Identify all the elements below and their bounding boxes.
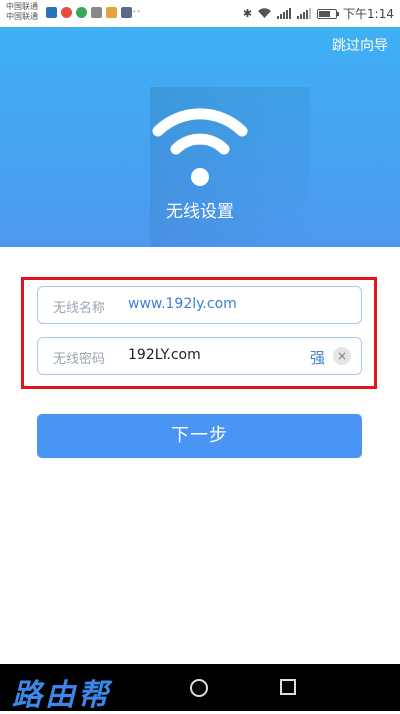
page-title: 无线设置: [166, 202, 234, 222]
app-notification-icon: [106, 7, 117, 18]
password-field[interactable]: 无线密码 192LY.com 强 ×: [37, 337, 362, 375]
app-notification-icon: [61, 7, 72, 18]
more-notifications: ···: [128, 5, 142, 18]
signal-icon: [277, 8, 292, 19]
status-bar: 中国联通 中国联通 ··· ✱ 下午1:14: [0, 0, 400, 27]
skip-wizard-link[interactable]: 跳过向导: [332, 35, 388, 55]
clock: 下午1:14: [343, 7, 394, 21]
home-icon[interactable]: [190, 679, 208, 697]
watermark-text: 路由帮: [12, 678, 111, 713]
wifi-status-icon: [258, 8, 272, 18]
carrier-2: 中国联通: [6, 12, 38, 21]
password-strength-badge: 强: [309, 349, 325, 367]
recent-apps-icon[interactable]: [280, 679, 296, 695]
clear-icon[interactable]: ×: [333, 347, 351, 365]
signal-icon-2: [297, 8, 312, 19]
bluetooth-icon: ✱: [242, 7, 253, 20]
app-notification-icon: [46, 7, 57, 18]
wifi-icon: [152, 108, 248, 186]
carrier-1: 中国联通: [6, 2, 38, 11]
wireless-setup-header: 跳过向导 无线设置: [0, 27, 400, 247]
next-step-button[interactable]: 下一步: [37, 414, 362, 458]
app-notification-icon: [91, 7, 102, 18]
ssid-field[interactable]: 无线名称 www.192ly.com: [37, 286, 362, 324]
ssid-label: 无线名称: [53, 301, 106, 316]
notification-icons: [46, 7, 132, 18]
battery-icon: [317, 8, 340, 19]
password-label: 无线密码: [53, 352, 106, 367]
ssid-input[interactable]: www.192ly.com: [128, 296, 237, 312]
password-input[interactable]: 192LY.com: [128, 347, 201, 363]
carrier-text: 中国联通 中国联通: [6, 2, 38, 22]
status-right: ✱ 下午1:14: [243, 5, 394, 22]
app-notification-icon: [76, 7, 87, 18]
navigation-bar: 路由帮: [0, 664, 400, 713]
